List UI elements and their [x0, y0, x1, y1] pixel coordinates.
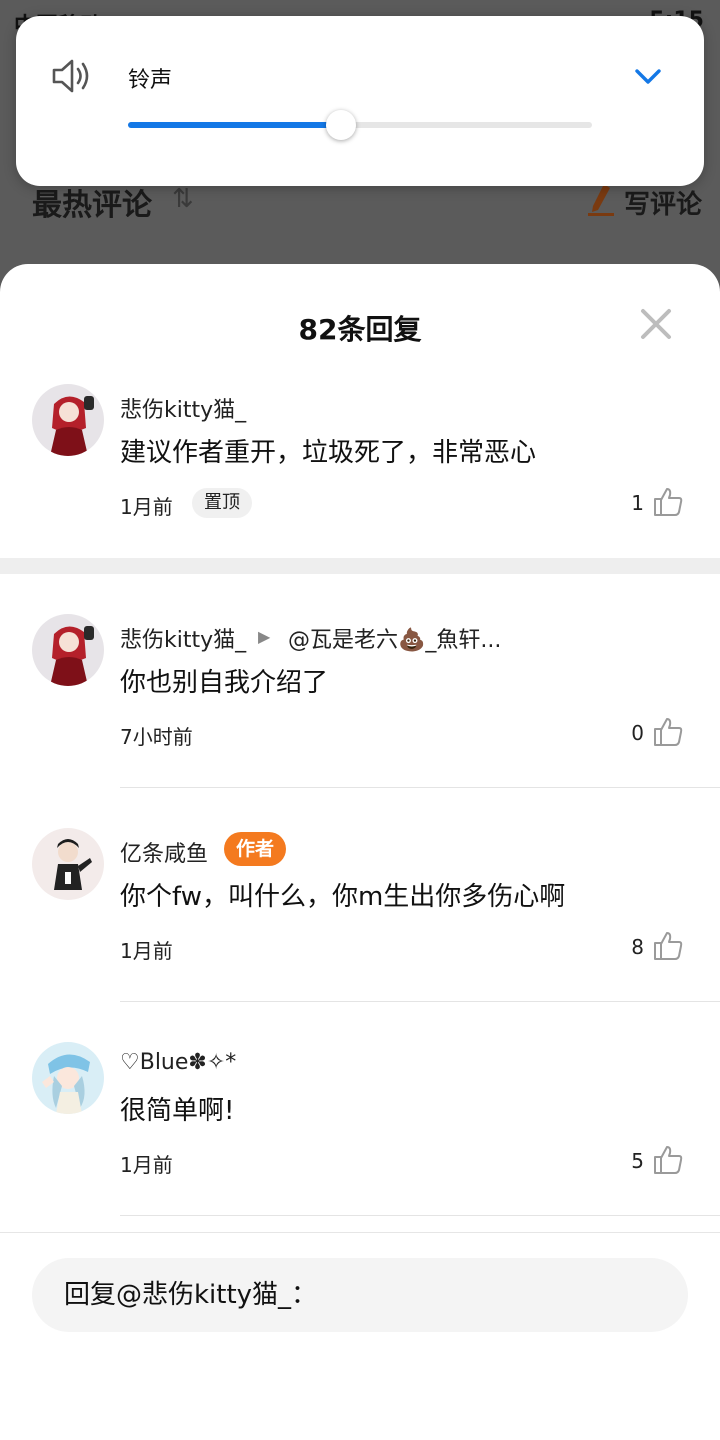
reply-arrow-icon: ▶	[258, 627, 271, 646]
comment-time: 1月前	[120, 1153, 173, 1177]
comment-time: 7小时前	[120, 725, 193, 749]
like-count: 0	[631, 721, 644, 745]
author-badge: 作者	[224, 832, 287, 866]
row-divider	[120, 787, 720, 788]
reply-box[interactable]: 回复@悲伤kitty猫_：	[32, 1258, 688, 1332]
speaker-icon[interactable]	[50, 56, 94, 96]
avatar[interactable]	[32, 614, 104, 686]
hot-comments-title: 最热评论	[32, 188, 152, 223]
chevron-down-icon[interactable]	[632, 64, 664, 88]
thumbs-up-icon[interactable]	[652, 930, 684, 962]
avatar[interactable]	[32, 384, 104, 456]
like-count: 5	[631, 1149, 644, 1173]
comment-text: 你个fw，叫什么，你m生出你多伤心啊	[120, 882, 566, 912]
row-divider	[120, 1001, 720, 1002]
comment-time: 1月前	[120, 495, 173, 519]
replies-sheet: 82条回复 悲伤kitty猫_ 建议作者重开，垃圾死了，非常恶心 1月前 置顶 …	[0, 264, 720, 1440]
reply-target[interactable]: @瓦是老六💩_魚轩...	[288, 622, 501, 654]
comment-author[interactable]: 悲伤kitty猫_	[120, 392, 246, 424]
sort-icon[interactable]: ⇅	[172, 184, 194, 214]
avatar[interactable]	[32, 828, 104, 900]
pinned-badge: 置顶	[192, 488, 252, 518]
volume-slider-thumb[interactable]	[326, 110, 357, 140]
thumbs-up-icon[interactable]	[652, 486, 684, 518]
volume-popup: 铃声	[16, 16, 704, 186]
volume-slider-fill	[128, 122, 342, 128]
reply-input[interactable]: 回复@悲伤kitty猫_：	[64, 1258, 317, 1332]
thumbs-up-icon[interactable]	[652, 1144, 684, 1176]
input-separator	[0, 1232, 720, 1233]
pen-icon[interactable]	[586, 182, 616, 216]
close-icon[interactable]	[636, 304, 676, 344]
comment-text: 你也别自我介绍了	[120, 668, 329, 698]
write-comment-button[interactable]: 写评论	[624, 184, 702, 221]
comment-text: 建议作者重开，垃圾死了，非常恶心	[120, 438, 537, 468]
volume-stream-label: 铃声	[128, 68, 173, 93]
section-divider	[0, 558, 720, 574]
comment-text: 很简单啊!	[120, 1096, 235, 1126]
comment-author[interactable]: 亿条咸鱼	[120, 836, 208, 868]
sheet-title: 82条回复	[298, 313, 422, 346]
volume-slider[interactable]	[128, 110, 592, 140]
comment-author[interactable]: ♡Blue✽✧*	[120, 1050, 236, 1075]
like-count: 1	[631, 491, 644, 515]
avatar[interactable]	[32, 1042, 104, 1114]
thumbs-up-icon[interactable]	[652, 716, 684, 748]
comment-author[interactable]: 悲伤kitty猫_	[120, 622, 246, 654]
comment-time: 1月前	[120, 939, 173, 963]
like-count: 8	[631, 935, 644, 959]
row-divider	[120, 1215, 720, 1216]
